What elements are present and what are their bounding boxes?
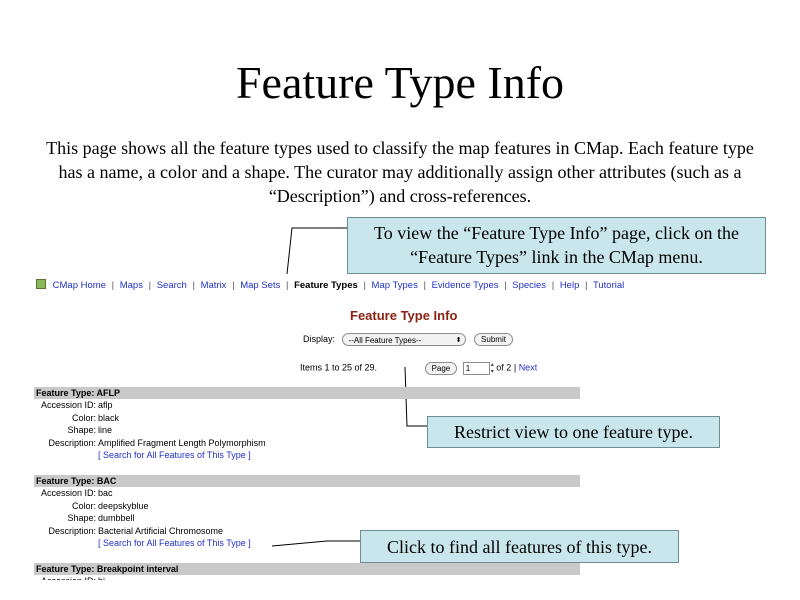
description-label: Description:: [48, 525, 96, 536]
slide-intro-text: This page shows all the feature types us…: [46, 138, 754, 206]
shape-value: dumbbell: [98, 513, 135, 523]
accession-row: Accession ID: bac: [34, 487, 580, 500]
feature-type-label: Feature Type:: [36, 388, 95, 398]
feature-type-label: Feature Type:: [36, 476, 95, 486]
feature-type-name: BAC: [96, 476, 117, 486]
color-row: Color: deepskyblue: [34, 500, 580, 513]
menu-separator: |: [363, 280, 366, 291]
page-stepper-icon[interactable]: ▴ ▾: [491, 361, 494, 375]
feature-type-name: AFLP: [96, 388, 121, 398]
shape-row: Shape: dumbbell: [34, 512, 580, 525]
description-value: Amplified Fragment Length Polymorphism: [98, 437, 266, 448]
menu-link-matrix[interactable]: Matrix: [201, 280, 227, 291]
cmap-menu: CMap Home | Maps | Search | Matrix | Map…: [36, 279, 624, 291]
feature-type-block: Feature Type: Breakpoint interval Access…: [34, 563, 580, 580]
description-row: Description: Bacterial Artificial Chromos…: [34, 525, 580, 538]
pager-separator: |: [513, 362, 517, 373]
accession-value: aflp: [98, 400, 113, 410]
feature-type-header: Feature Type: BAC: [34, 475, 580, 487]
shape-value: line: [98, 425, 113, 435]
menu-separator: |: [148, 280, 152, 291]
accession-row: Accession ID:bi: [34, 575, 580, 580]
feature-type-name: Breakpoint interval: [96, 564, 179, 574]
feature-type-label: Feature Type:: [36, 564, 95, 574]
accession-label: Accession ID:: [40, 400, 96, 410]
color-label: Color:: [71, 500, 96, 511]
menu-link-search[interactable]: Search: [157, 280, 187, 291]
menu-link-maps[interactable]: Maps: [120, 280, 143, 291]
pagination-row: Items 1 to 25 of 29. Page 1 ▴ ▾ of 2 | Nex…: [300, 361, 537, 375]
feature-type-select[interactable]: --All Feature Types-- ⬍: [341, 333, 466, 346]
shape-label: Shape:: [67, 513, 96, 523]
page-number-input[interactable]: 1: [462, 361, 490, 375]
color-value: deepskyblue: [98, 500, 149, 511]
menu-separator: |: [285, 280, 289, 291]
search-all-features-link[interactable]: [ Search for All Features of This Type ]: [98, 538, 251, 548]
page-heading: Feature Type Info: [350, 308, 458, 323]
items-count-text: Items 1 to 25 of 29.: [300, 362, 378, 373]
description-label: Description:: [48, 437, 96, 448]
accession-label: Accession ID:: [34, 575, 96, 580]
menu-link-tutorial[interactable]: Tutorial: [593, 280, 624, 291]
menu-separator: |: [551, 280, 555, 291]
menu-link-map-sets[interactable]: Map Sets: [240, 280, 280, 291]
menu-separator: |: [111, 280, 115, 291]
accession-row: Accession ID: aflp: [34, 399, 580, 412]
submit-button[interactable]: Submit: [474, 333, 513, 346]
shape-row: Shape: line: [34, 424, 580, 437]
menu-separator: |: [423, 280, 426, 291]
menu-separator: |: [232, 280, 235, 291]
feature-type-select-value: --All Feature Types--: [348, 336, 422, 345]
next-page-link[interactable]: Next: [519, 362, 538, 372]
color-row: Color: black: [34, 412, 580, 425]
accession-value: bi: [98, 576, 105, 580]
display-filter-row: Display: --All Feature Types-- ⬍ Submit: [303, 333, 513, 346]
search-features-row: [ Search for All Features of This Type ]: [34, 449, 580, 462]
menu-separator: |: [192, 280, 195, 291]
slide-title: Feature Type Info: [235, 57, 565, 108]
menu-separator: |: [585, 280, 588, 291]
search-features-row: [ Search for All Features of This Type ]: [34, 537, 580, 550]
display-label: Display:: [303, 333, 336, 344]
cmap-logo-icon: [36, 279, 46, 289]
menu-item-feature-types-current[interactable]: Feature Types: [294, 280, 358, 291]
menu-link-help[interactable]: Help: [560, 280, 580, 291]
menu-link-evidence-types[interactable]: Evidence Types: [432, 280, 499, 291]
callout-menu-hint: To view the “Feature Type Info” page, cl…: [347, 217, 766, 274]
feature-type-header: Feature Type: Breakpoint interval: [34, 563, 580, 575]
feature-type-block: Feature Type: AFLP Accession ID: aflp Col…: [34, 387, 580, 462]
description-row: Description: Amplified Fragment Length Po…: [34, 437, 580, 450]
accession-label: Accession ID:: [40, 488, 96, 498]
accession-value: bac: [98, 488, 113, 498]
color-value: black: [98, 412, 120, 423]
description-value: Bacterial Artificial Chromosome: [98, 525, 224, 536]
color-label: Color:: [71, 412, 96, 423]
select-arrows-icon: ⬍: [455, 337, 462, 344]
page-button[interactable]: Page: [424, 361, 458, 375]
menu-link-cmap-home[interactable]: CMap Home: [53, 280, 106, 291]
menu-link-map-types[interactable]: Map Types: [372, 280, 418, 291]
menu-link-species[interactable]: Species: [512, 280, 546, 291]
feature-type-header: Feature Type: AFLP: [34, 387, 580, 399]
feature-type-block: Feature Type: BAC Accession ID: bac Color…: [34, 475, 580, 550]
shape-label: Shape:: [67, 425, 96, 435]
search-all-features-link[interactable]: [ Search for All Features of This Type ]: [98, 450, 251, 460]
menu-separator: |: [504, 280, 507, 291]
page-of-text: of 2: [496, 362, 512, 373]
